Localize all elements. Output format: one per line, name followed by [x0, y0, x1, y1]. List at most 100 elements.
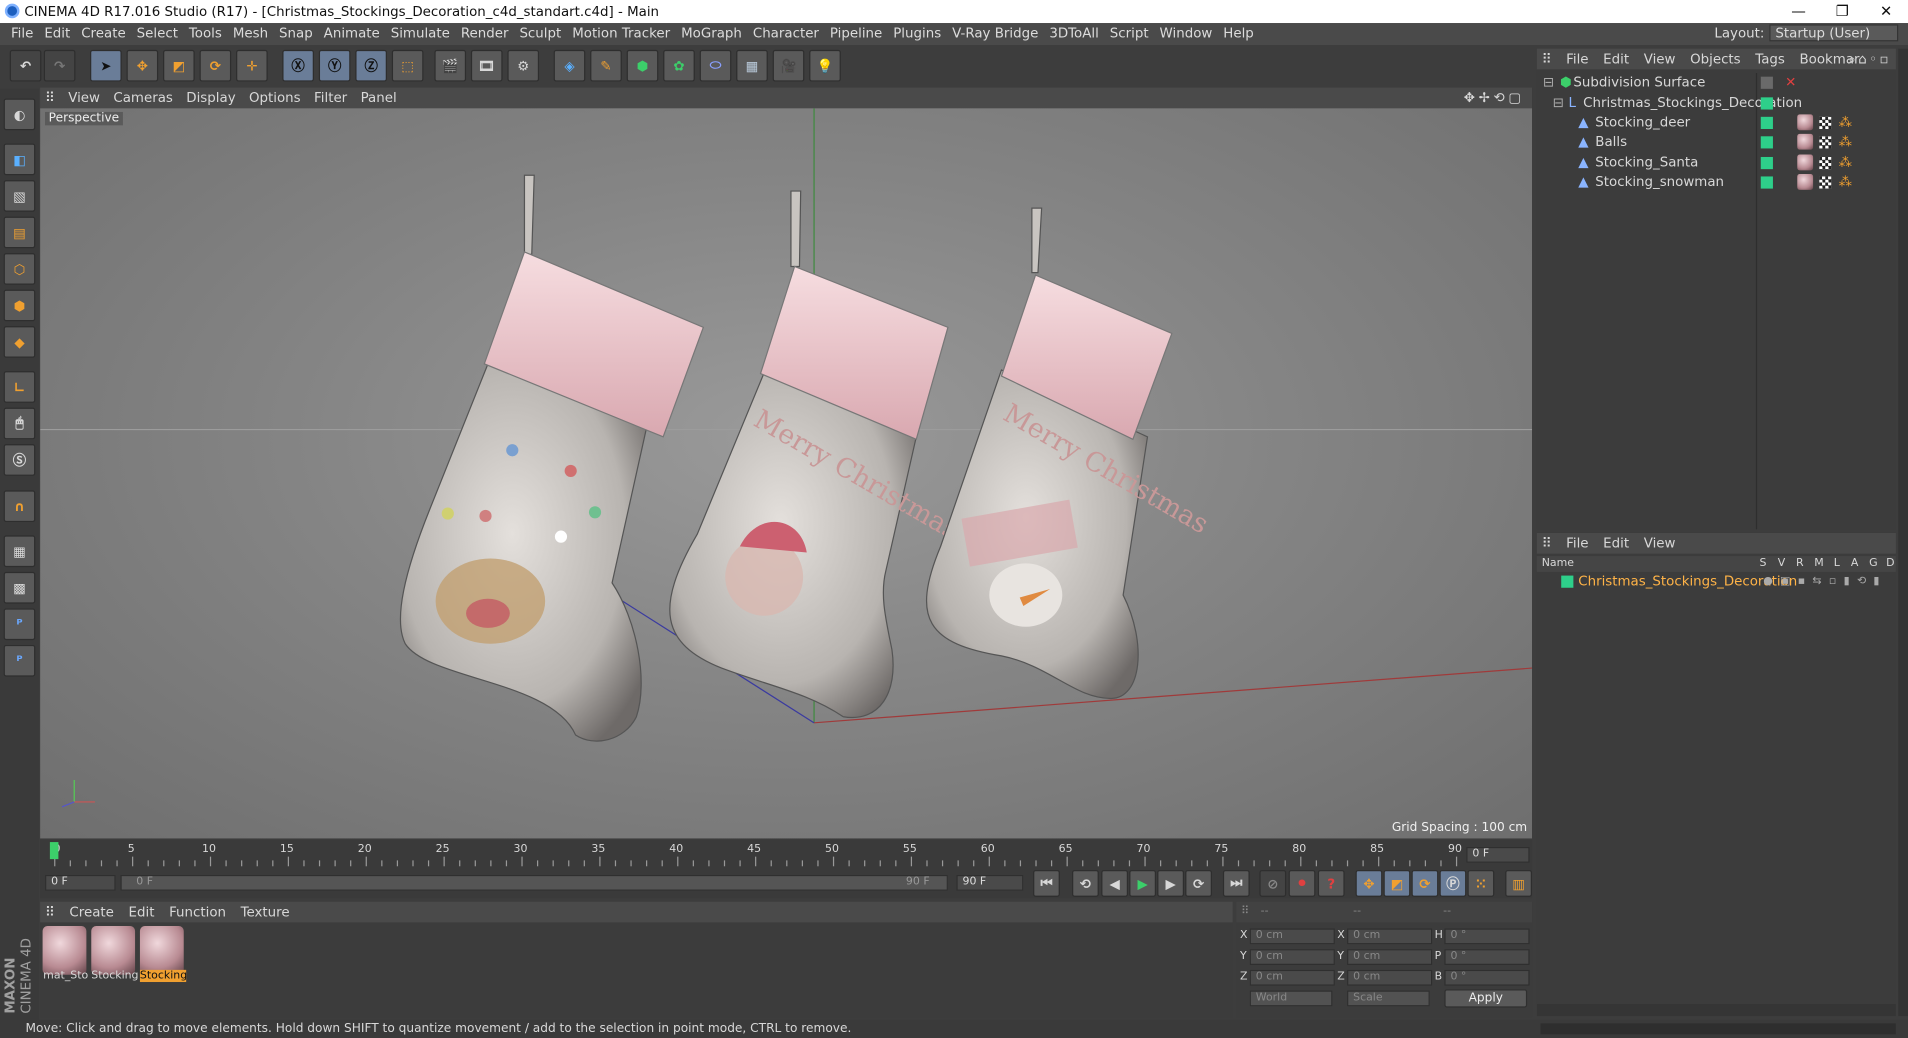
tweak-mode-icon[interactable]: 🖱 — [3, 407, 36, 440]
menu-file[interactable]: File — [11, 23, 33, 45]
key-scale-icon[interactable]: ◩ — [1383, 870, 1411, 897]
layout-dropdown[interactable]: Startup (User) — [1769, 24, 1899, 42]
subdivision-generator-icon[interactable]: ⬢ — [626, 49, 659, 82]
layer-color-tag[interactable] — [1760, 97, 1773, 110]
menu-mograph[interactable]: MoGraph — [681, 23, 742, 45]
menu-animate[interactable]: Animate — [324, 23, 380, 45]
menu-motion-tracker[interactable]: Motion Tracker — [572, 23, 670, 45]
undo-icon[interactable]: ↶ — [9, 49, 42, 82]
om-menu-objects[interactable]: Objects — [1690, 49, 1741, 70]
start-frame-field[interactable]: 0 F — [45, 874, 116, 891]
python-script-icon[interactable]: ᴾ — [3, 608, 36, 641]
object-row-stocking-santa[interactable]: ▲ Stocking_Santa ⁂ — [1537, 153, 1896, 172]
material-tag-icon[interactable] — [1797, 154, 1814, 171]
render-settings-icon[interactable]: ⚙ — [507, 49, 540, 82]
rotation-h-field[interactable]: 0 ° — [1444, 928, 1530, 945]
key-pla-icon[interactable]: ⁙ — [1467, 870, 1495, 897]
floor-scene-icon[interactable]: ▦ — [736, 49, 768, 82]
right-edge-tabs[interactable] — [1898, 48, 1908, 1017]
menu-snap[interactable]: Snap — [279, 23, 313, 45]
render-view-icon[interactable]: 🎬 — [434, 49, 467, 82]
coordinate-system-icon[interactable]: ⬚ — [391, 49, 424, 82]
goto-end-icon[interactable]: ⏭ — [1222, 870, 1250, 897]
mm-menu-texture[interactable]: Texture — [241, 902, 290, 923]
3d-viewport[interactable]: Perspective Merry Christmas Merry Christ… — [40, 108, 1533, 839]
rotate-tool-icon[interactable]: ⟳ — [199, 49, 232, 82]
viewport-navigation-icons[interactable]: ✥✢⟲▢ — [1464, 88, 1525, 109]
polygons-mode-icon[interactable]: ◆ — [3, 326, 36, 358]
frame-range-slider[interactable]: 0 F 90 F — [120, 874, 948, 891]
end-frame-field[interactable]: 90 F — [956, 874, 1024, 891]
phong-tag-icon[interactable]: ⁂ — [1839, 153, 1852, 172]
transform-tool-icon[interactable]: ✛ — [236, 49, 268, 82]
position-z-field[interactable]: 0 cm — [1249, 969, 1335, 986]
material-slot[interactable]: Stocking — [91, 926, 138, 984]
scale-tool-icon[interactable]: ◩ — [163, 49, 195, 82]
pen-spline-icon[interactable]: ✎ — [590, 49, 622, 82]
timeline-window-icon[interactable]: ▥ — [1505, 870, 1533, 897]
vp-menu-panel[interactable]: Panel — [361, 88, 397, 109]
om-search-icon[interactable]: ⌕⌂◦▫ — [1848, 49, 1891, 70]
workplane-lock-icon[interactable]: ▦ — [3, 535, 36, 568]
minimize-icon[interactable]: — — [1777, 0, 1821, 23]
prev-key-icon[interactable]: ⟲ — [1072, 870, 1099, 897]
layer-color-tag[interactable] — [1760, 136, 1773, 149]
object-row-balls[interactable]: ▲ Balls ⁂ — [1537, 133, 1896, 152]
menu-select[interactable]: Select — [137, 23, 178, 45]
vp-menu-display[interactable]: Display — [186, 88, 235, 109]
object-row-stocking-snowman[interactable]: ▲ Stocking_snowman ⁂ — [1537, 173, 1896, 192]
menu-tools[interactable]: Tools — [189, 23, 222, 45]
lm-menu-edit[interactable]: Edit — [1603, 533, 1629, 554]
prev-frame-icon[interactable]: ◀ — [1101, 870, 1129, 897]
lm-menu-file[interactable]: File — [1566, 533, 1588, 554]
select-arrow-icon[interactable]: ➤ — [90, 49, 122, 82]
apply-button[interactable]: Apply — [1444, 989, 1528, 1008]
menu-simulate[interactable]: Simulate — [391, 23, 450, 45]
points-mode-icon[interactable]: ⬡ — [3, 253, 36, 285]
locked-workplane-icon[interactable]: ▩ — [3, 571, 36, 604]
material-tag-icon[interactable] — [1797, 174, 1814, 190]
mm-menu-edit[interactable]: Edit — [129, 902, 155, 923]
mm-menu-create[interactable]: Create — [69, 902, 113, 923]
layer-color-tag[interactable] — [1760, 116, 1773, 129]
menu-plugins[interactable]: Plugins — [893, 23, 941, 45]
vp-menu-cameras[interactable]: Cameras — [113, 88, 173, 109]
deformer-icon[interactable]: ⬭ — [699, 49, 732, 82]
layer-color-swatch[interactable] — [1561, 575, 1574, 588]
material-slot-selected[interactable]: Stocking — [139, 926, 187, 984]
material-tag-icon[interactable] — [1797, 114, 1814, 131]
make-editable-icon[interactable]: ◐ — [3, 98, 36, 131]
layer-scrollbar[interactable] — [1536, 1003, 1896, 1017]
model-mode-icon[interactable]: ◧ — [3, 143, 36, 176]
texture-tag-icon[interactable] — [1819, 136, 1832, 149]
material-tag-icon[interactable] — [1797, 133, 1814, 150]
menu-help[interactable]: Help — [1223, 23, 1254, 45]
disabled-check-icon[interactable]: ✕ — [1785, 73, 1796, 92]
om-menu-view[interactable]: View — [1644, 49, 1676, 70]
restore-icon[interactable]: ❐ — [1820, 0, 1864, 23]
current-frame-field[interactable]: 0 F — [1466, 846, 1530, 863]
layer-color-tag[interactable] — [1760, 156, 1773, 170]
layer-flags-icons[interactable]: ●▣▪⇆▫▮⟲▮ — [1763, 572, 1887, 591]
visibility-toggle-icon[interactable] — [1760, 76, 1773, 89]
size-x-field[interactable]: 0 cm — [1347, 928, 1433, 945]
position-y-field[interactable]: 0 cm — [1249, 949, 1335, 965]
lm-menu-view[interactable]: View — [1644, 533, 1676, 554]
camera-icon[interactable]: 🎥 — [772, 49, 805, 82]
scale-dropdown[interactable]: Scale — [1347, 990, 1430, 1007]
axis-mode-icon[interactable]: ∟ — [3, 371, 36, 403]
goto-start-icon[interactable]: ⏮ — [1033, 870, 1060, 897]
menu-create[interactable]: Create — [81, 23, 125, 45]
menu-window[interactable]: Window — [1160, 23, 1213, 45]
magnet-icon[interactable]: ∩ — [3, 490, 36, 523]
layer-row[interactable]: Christmas_Stockings_Decoration ●▣▪⇆▫▮⟲▮ — [1537, 572, 1896, 591]
expand-icon[interactable]: ⊟ — [1543, 73, 1554, 92]
record-keys-off-icon[interactable]: ⊘ — [1259, 870, 1287, 897]
world-dropdown[interactable]: World — [1249, 990, 1333, 1007]
z-axis-lock-icon[interactable]: Ⓩ — [355, 49, 387, 82]
om-menu-file[interactable]: File — [1566, 49, 1588, 70]
playhead[interactable] — [49, 842, 59, 860]
next-key-icon[interactable]: ⟳ — [1185, 870, 1212, 897]
phong-tag-icon[interactable]: ⁂ — [1839, 133, 1852, 152]
python-generator-icon[interactable]: ᴾ — [3, 644, 36, 677]
